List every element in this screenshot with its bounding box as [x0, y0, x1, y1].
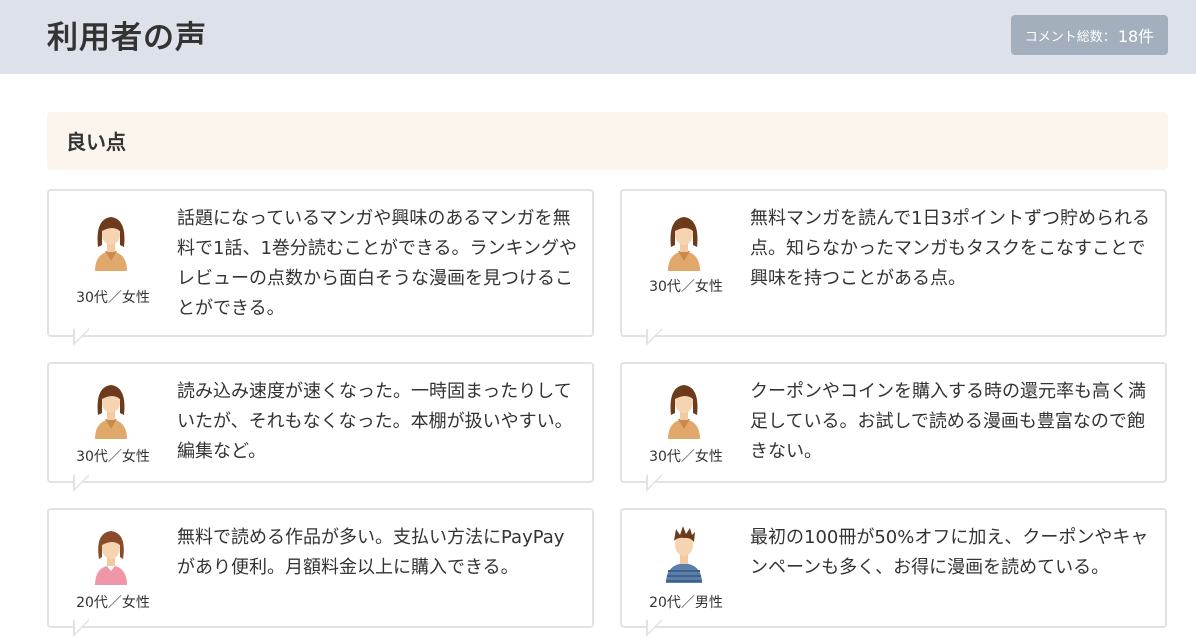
reviewer-demographic: 30代／女性 [76, 449, 150, 465]
review-text: クーポンやコインを購入する時の還元率も高く満足している。お試しで読める漫画も豊富… [750, 381, 1146, 462]
review-text: 最初の100冊が50%オフに加え、クーポンやキャンペーンも多く、お得に漫画を読め… [750, 527, 1149, 578]
female-avatar-icon [83, 211, 139, 271]
reviewer-demographic: 30代／女性 [649, 449, 723, 465]
reviewer-demographic: 30代／女性 [649, 279, 723, 295]
review-text: 話題になっているマンガや興味のあるマンガを無料で1話、1巻分読むことができる。ラ… [177, 208, 578, 319]
section-title: 良い点 [66, 130, 126, 154]
review-text: 無料で読める作品が多い。支払い方法にPayPayがあり便利。月額料金以上に購入で… [177, 527, 565, 578]
review-card: 20代／女性 無料で読める作品が多い。支払い方法にPayPayがあり便利。月額料… [47, 508, 594, 628]
female-avatar-icon [83, 379, 139, 439]
comment-count-badge: コメント総数： 18件 [1011, 15, 1168, 55]
review-card: 30代／女性 話題になっているマンガや興味のあるマンガを無料で1話、1巻分読むこ… [47, 189, 594, 337]
reviewer-demographic: 30代／女性 [76, 290, 150, 306]
comment-count-value: 18件 [1117, 27, 1155, 46]
male-avatar-icon [656, 523, 712, 583]
comment-count-label: コメント総数： [1024, 29, 1116, 45]
review-text: 読み込み速度が速くなった。一時固まったりしていたが、それもなくなった。本棚が扱い… [177, 381, 573, 462]
review-card: 30代／女性 無料マンガを読んで1日3ポイントずつ貯められる点。知らなかったマン… [620, 189, 1167, 337]
page-header: 利用者の声 コメント総数： 18件 [0, 0, 1196, 74]
review-card: 30代／女性 クーポンやコインを購入する時の還元率も高く満足している。お試しで読… [620, 362, 1167, 483]
reviewer-demographic: 20代／女性 [76, 595, 150, 611]
female-avatar-icon [656, 379, 712, 439]
review-text: 無料マンガを読んで1日3ポイントずつ貯められる点。知らなかったマンガもタスクをこ… [750, 208, 1151, 289]
section-header-good-points: 良い点 [47, 112, 1168, 170]
page-title: 利用者の声 [47, 20, 207, 56]
female-avatar-icon [656, 211, 712, 271]
female-avatar-pink-icon [83, 525, 139, 585]
review-card: 20代／男性 最初の100冊が50%オフに加え、クーポンやキャンペーンも多く、お… [620, 508, 1167, 628]
review-card: 30代／女性 読み込み速度が速くなった。一時固まったりしていたが、それもなくなっ… [47, 362, 594, 483]
reviewer-demographic: 20代／男性 [649, 595, 723, 611]
